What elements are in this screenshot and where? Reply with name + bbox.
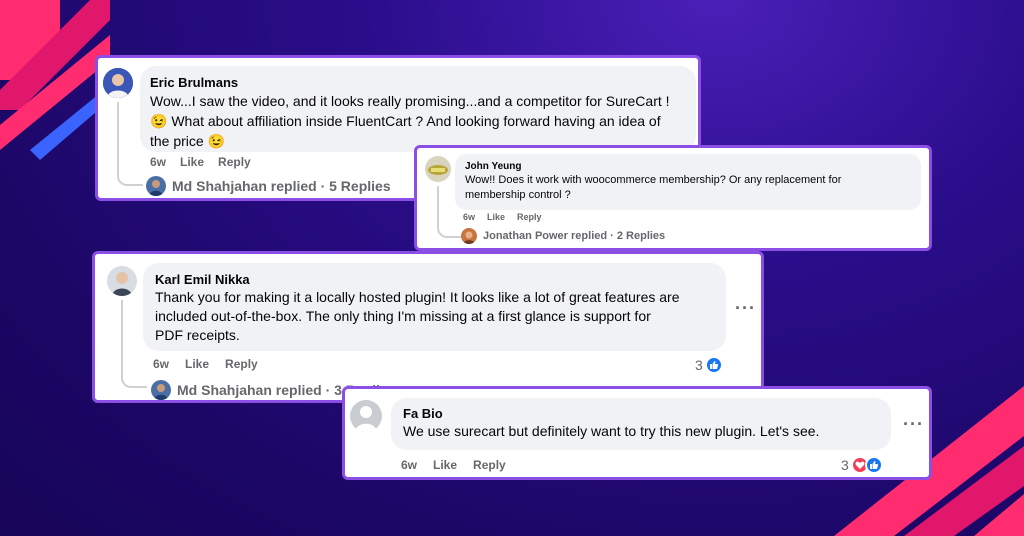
comment-text-line: PDF receipts. <box>155 327 240 343</box>
comment-actions: 6w Like Reply <box>463 212 542 222</box>
more-options-icon[interactable]: ··· <box>903 414 924 435</box>
comment-author[interactable]: Eric Brulmans <box>150 74 686 91</box>
view-replies-link[interactable]: Md Shahjahan replied · 5 Replies <box>146 176 391 196</box>
comment-text-line: Thank you for making it a locally hosted… <box>155 289 680 305</box>
comment-text-line: We use surecart but definitely want to t… <box>403 423 820 439</box>
reply-button[interactable]: Reply <box>517 212 542 222</box>
comment-actions: 6w Like Reply <box>153 357 258 371</box>
replier-avatar <box>146 176 166 196</box>
reaction-summary[interactable]: 3 <box>841 456 883 474</box>
comment-actions: 6w Like Reply <box>401 458 506 472</box>
comment-actions: 6w Like Reply <box>150 155 251 169</box>
user-avatar[interactable] <box>103 68 133 98</box>
like-icon <box>704 356 723 374</box>
comment-timestamp[interactable]: 6w <box>153 357 169 371</box>
like-button[interactable]: Like <box>433 458 457 472</box>
like-button[interactable]: Like <box>180 155 204 169</box>
comment-bubble: Karl Emil Nikka Thank you for making it … <box>143 263 726 351</box>
comment-text-line: membership control ? <box>465 189 571 201</box>
view-replies-link[interactable]: Jonathan Power replied · 2 Replies <box>461 228 665 244</box>
replies-summary[interactable]: Md Shahjahan replied · 5 Replies <box>172 178 391 194</box>
user-avatar[interactable] <box>425 156 451 182</box>
user-avatar[interactable] <box>107 266 137 296</box>
comment-card-john: John Yeung Wow!! Does it work with wooco… <box>414 145 932 251</box>
comment-card-karl: Karl Emil Nikka Thank you for making it … <box>92 251 764 403</box>
reaction-summary[interactable]: 3 <box>695 356 723 374</box>
comment-text-line: Wow...I saw the video, and it looks real… <box>150 93 670 109</box>
comment-author[interactable]: Karl Emil Nikka <box>155 271 714 288</box>
comment-timestamp[interactable]: 6w <box>401 458 417 472</box>
comment-text-line: 😉 What about affiliation inside FluentCa… <box>150 113 661 129</box>
reply-button[interactable]: Reply <box>225 357 258 371</box>
comment-card-fabio: Fa Bio We use surecart but definitely wa… <box>342 386 932 480</box>
comment-timestamp[interactable]: 6w <box>150 155 166 169</box>
more-options-icon[interactable]: ··· <box>735 298 756 319</box>
reply-button[interactable]: Reply <box>473 458 506 472</box>
replies-summary[interactable]: Jonathan Power replied · 2 Replies <box>483 230 665 242</box>
comment-bubble: Fa Bio We use surecart but definitely wa… <box>391 398 891 450</box>
comment-text-line: Wow!! Does it work with woocommerce memb… <box>465 174 842 186</box>
like-button[interactable]: Like <box>185 357 209 371</box>
reply-button[interactable]: Reply <box>218 155 251 169</box>
user-avatar[interactable] <box>350 400 382 432</box>
reaction-count: 3 <box>695 357 703 373</box>
comment-timestamp[interactable]: 6w <box>463 212 475 222</box>
comment-bubble: Eric Brulmans Wow...I saw the video, and… <box>140 66 696 152</box>
comment-author[interactable]: Fa Bio <box>403 405 879 422</box>
comment-bubble: John Yeung Wow!! Does it work with wooco… <box>455 154 921 210</box>
replier-avatar <box>151 380 171 400</box>
replier-avatar <box>461 228 477 244</box>
reaction-count: 3 <box>841 457 849 473</box>
like-button[interactable]: Like <box>487 212 505 222</box>
comment-author[interactable]: John Yeung <box>465 160 911 173</box>
like-icon <box>864 456 883 474</box>
decor-left-stripes <box>0 0 110 160</box>
comment-text-line: included out-of-the-box. The only thing … <box>155 308 651 324</box>
